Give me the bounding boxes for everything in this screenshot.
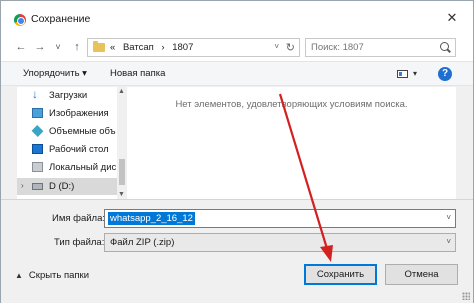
help-icon[interactable]: ? [438,67,452,81]
3d-objects-icon [31,125,44,137]
recent-locations-chevron-icon[interactable]: ˅ [52,41,64,53]
collapse-caret-icon: ▲ [15,271,23,280]
view-dropdown-icon[interactable]: ▾ [413,69,417,78]
scrollbar-thumb[interactable] [119,159,125,185]
address-bar[interactable]: « Ватсап › 1807 ˅ ↻ [87,38,300,57]
hide-folders-label: Скрыть папки [28,270,90,281]
breadcrumb-item[interactable]: 1807 [172,42,193,53]
new-folder-button[interactable]: Новая папка [110,68,165,79]
filename-value[interactable]: whatsapp_2_16_12 [108,212,195,225]
filename-dropdown-icon[interactable]: ˅ [446,213,451,222]
sidebar-item-images[interactable]: Изображения [17,105,125,122]
save-dialog: Сохранение ✕ ← → ˅ ↑ « Ватсап › 1807 ˅ ↻… [0,0,474,303]
filetype-dropdown-icon[interactable]: ˅ [446,237,451,246]
breadcrumb-overflow[interactable]: « [110,42,115,53]
expand-chevron-icon[interactable]: › [21,181,24,190]
filename-field[interactable]: whatsapp_2_16_12 ˅ [104,209,456,228]
sidebar-item-label: Объемные объ [49,126,116,137]
filename-label: Имя файла: [52,213,106,224]
navigation-pane: Загрузки Изображения Объемные объ Рабочи… [17,87,127,199]
save-form: Имя файла: whatsapp_2_16_12 ˅ Тип файла:… [1,199,473,303]
download-icon [32,87,43,101]
drive-icon [32,183,43,190]
refresh-icon[interactable]: ↻ [286,41,295,54]
close-icon[interactable]: ✕ [445,11,459,25]
sidebar-item-d-drive[interactable]: › D (D:) [17,178,125,195]
sidebar-item-label: Рабочий стол [49,144,109,155]
local-disk-icon [32,162,43,172]
sidebar-item-local-disk[interactable]: Локальный дис [17,159,125,176]
breadcrumb: « Ватсап › 1807 [110,42,198,53]
breadcrumb-separator[interactable]: › [161,42,164,53]
breadcrumb-item[interactable]: Ватсап [123,42,154,53]
navigation-scrollbar[interactable]: ▲ ▼ [117,87,127,199]
save-button[interactable]: Сохранить [304,264,377,285]
filetype-label: Тип файла: [54,237,105,248]
sidebar-item-3d-objects[interactable]: Объемные объ [17,123,125,140]
toolbar: Упорядочить ▾ Новая папка ▾ ? [1,61,473,86]
filetype-select[interactable]: Файл ZIP (.zip) ˅ [104,233,456,252]
title-bar: Сохранение ✕ [1,1,473,35]
scroll-up-icon[interactable]: ▲ [118,88,125,95]
search-icon[interactable] [440,42,449,51]
sidebar-item-desktop[interactable]: Рабочий стол [17,141,125,158]
empty-results-message: Нет элементов, удовлетворяющих условиям … [175,99,408,110]
resize-grip-icon[interactable] [462,292,470,300]
sidebar-item-downloads[interactable]: Загрузки [17,87,125,104]
back-arrow-icon[interactable]: ← [15,41,27,53]
sidebar-item-label: Локальный дис [49,162,117,173]
file-list-area[interactable]: Нет элементов, удовлетворяющих условиям … [127,87,456,199]
cancel-button[interactable]: Отмена [385,264,458,285]
address-dropdown-icon[interactable]: ˅ [274,42,279,51]
forward-arrow-icon[interactable]: → [34,41,46,53]
filetype-value: Файл ZIP (.zip) [110,237,175,248]
scroll-down-icon[interactable]: ▼ [118,191,125,198]
view-options-icon[interactable] [397,70,408,78]
sidebar-item-label: Изображения [49,108,109,119]
chrome-icon [14,14,26,26]
hide-folders-toggle[interactable]: ▲ Скрыть папки [15,270,89,281]
address-row: ← → ˅ ↑ « Ватсап › 1807 ˅ ↻ [1,35,473,61]
folder-icon [93,41,105,52]
sidebar-item-label: D (D:) [49,181,75,192]
organize-button[interactable]: Упорядочить ▾ [23,68,87,79]
up-arrow-icon[interactable]: ↑ [71,41,83,53]
search-box[interactable] [305,38,456,57]
window-title: Сохранение [31,13,91,25]
sidebar-item-label: Загрузки [49,90,88,101]
images-icon [32,108,43,118]
desktop-icon [32,144,43,154]
search-input[interactable] [311,41,436,54]
